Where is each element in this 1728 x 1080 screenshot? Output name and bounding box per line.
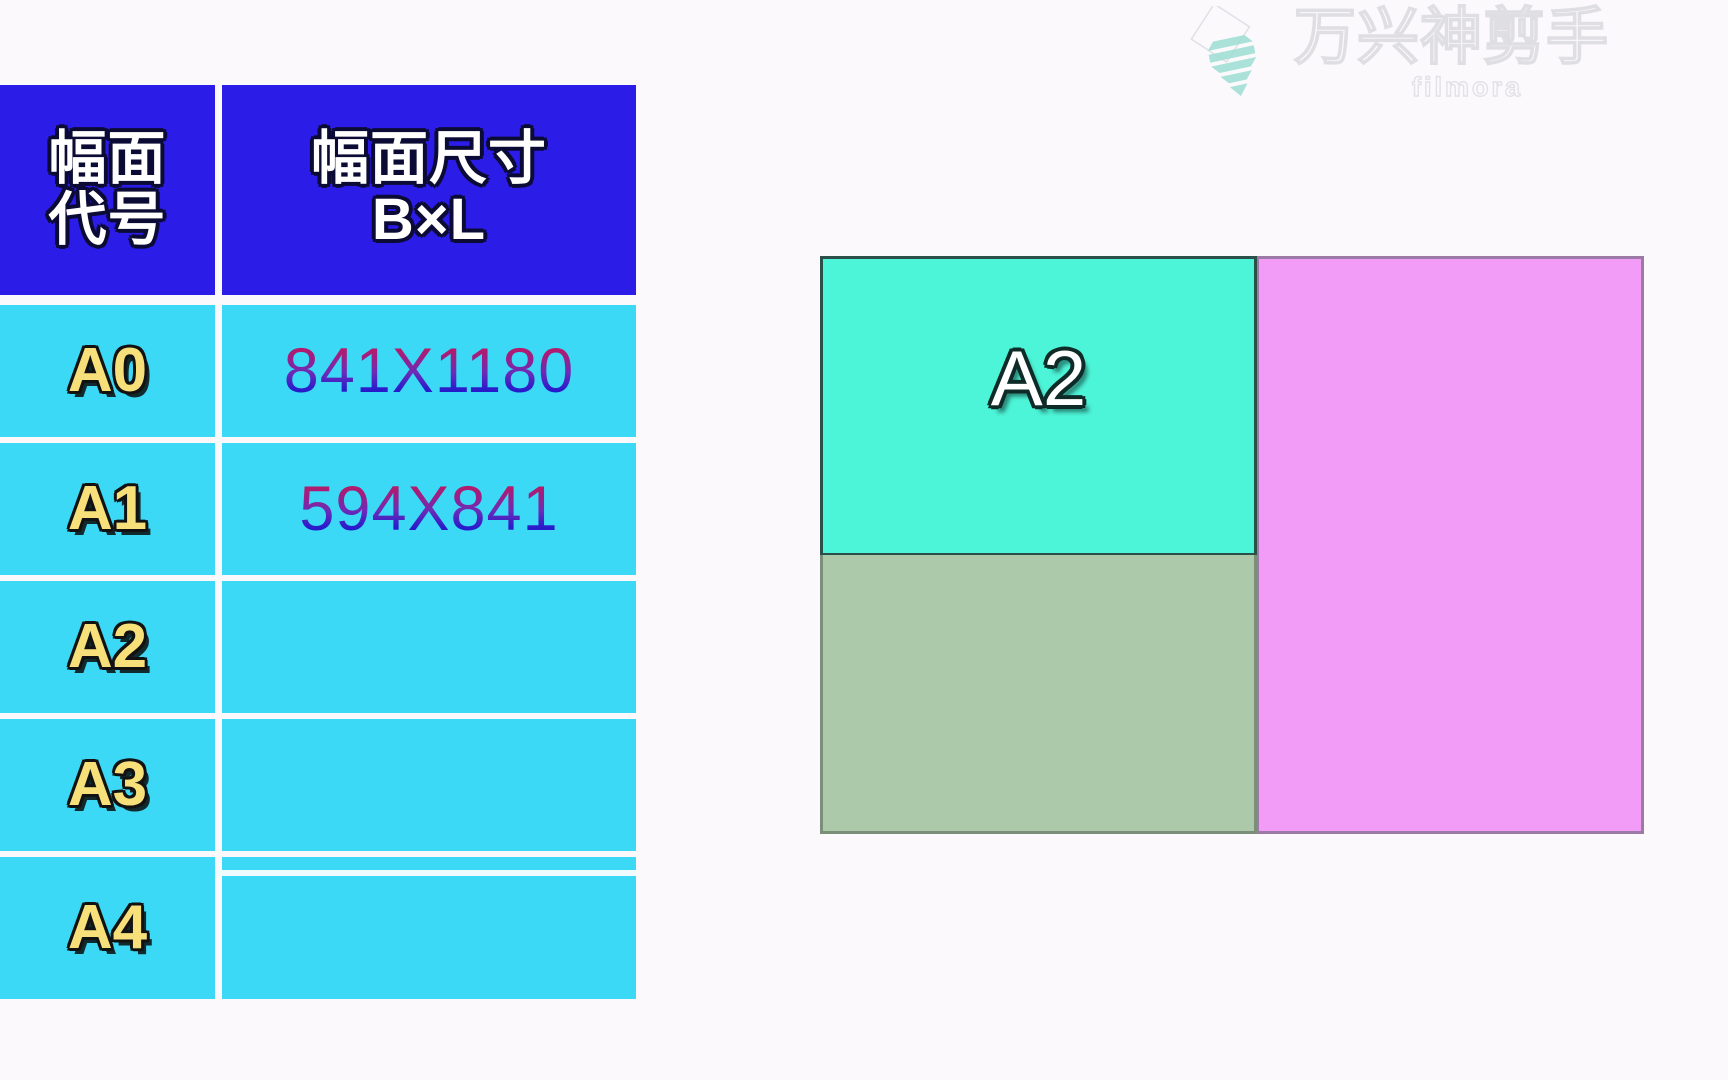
table-row: A2	[0, 581, 636, 713]
watermark-text-block: 万兴神剪手 filmora	[1293, 3, 1610, 102]
watermark-inner: 万兴神剪手 filmora	[1186, 0, 1609, 102]
table-header-row: 幅面 代号 幅面尺寸 B×L	[0, 85, 636, 295]
row-cell-size	[222, 857, 636, 999]
paper-size-value: 594X841	[299, 473, 559, 544]
paper-code-label: A2	[67, 612, 148, 681]
diagram-region-green	[820, 555, 1257, 834]
paper-code-label: A4	[67, 893, 148, 962]
header-cell-code: 幅面 代号	[0, 85, 215, 295]
filmora-watermark: 万兴神剪手 filmora	[1186, 0, 1728, 108]
diagram-a2-label: A2	[990, 334, 1087, 422]
header-size-line2: B×L	[371, 187, 487, 252]
row-divider-overhang	[215, 870, 636, 876]
row-cell-code: A3	[0, 719, 215, 851]
paper-code-label: A3	[67, 750, 148, 819]
row-cell-size: 594X841	[222, 443, 636, 575]
diagram-region-a2: A2	[820, 256, 1257, 556]
header-cell-size: 幅面尺寸 B×L	[222, 85, 636, 295]
row-cell-size	[222, 581, 636, 713]
table-row: A3	[0, 719, 636, 851]
row-cell-code: A4	[0, 857, 215, 999]
header-size-line1: 幅面尺寸	[310, 126, 547, 192]
row-cell-size	[222, 719, 636, 851]
header-size-text: 幅面尺寸 B×L	[310, 126, 547, 252]
paper-size-value: 841X1180	[283, 335, 575, 406]
watermark-en-text: filmora	[1411, 72, 1524, 102]
filmora-diamond-icon	[1190, 6, 1257, 97]
row-cell-size: 841X1180	[222, 305, 636, 437]
diagram-region-pink	[1256, 256, 1644, 834]
paper-size-table: 幅面 代号 幅面尺寸 B×L A0 841X1180 A1 594X841 A2	[0, 85, 636, 999]
header-code-line2: 代号	[48, 187, 167, 252]
paper-code-label: A0	[67, 336, 148, 405]
paper-subdivision-diagram: A2	[820, 256, 1644, 834]
header-code-line1: 幅面	[48, 126, 167, 192]
watermark-cn-text: 万兴神剪手	[1293, 3, 1610, 72]
paper-code-label: A1	[67, 474, 148, 543]
row-cell-code: A2	[0, 581, 215, 713]
row-cell-code: A1	[0, 443, 215, 575]
table-row: A1 594X841	[0, 443, 636, 575]
row-cell-code: A0	[0, 305, 215, 437]
table-row: A0 841X1180	[0, 305, 636, 437]
header-code-text: 幅面 代号	[48, 126, 167, 252]
table-row: A4	[0, 857, 636, 999]
